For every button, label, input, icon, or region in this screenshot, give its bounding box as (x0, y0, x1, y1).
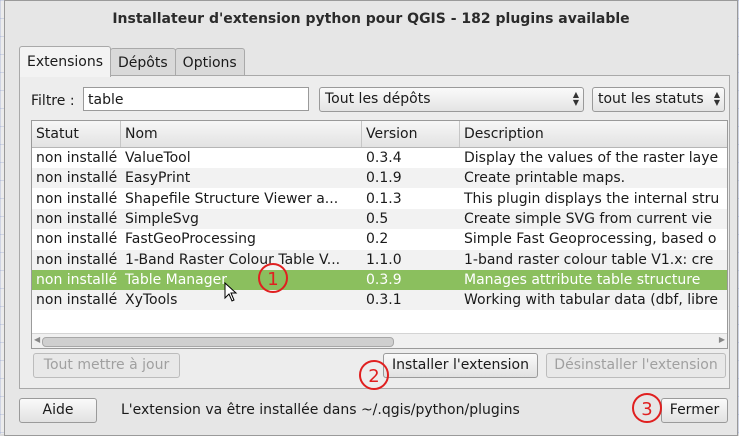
column-header-version[interactable]: Version (362, 121, 460, 147)
annotation-marker-3: 3 (632, 393, 662, 423)
tab-extensions[interactable]: Extensions (19, 46, 112, 77)
table-row[interactable]: non installé Shapefile Structure Viewer a… (32, 189, 727, 209)
extensions-panel: Filtre : table Tout les dépôts ▲ ▼ tout l… (19, 75, 730, 389)
column-header-nom[interactable]: Nom (121, 121, 362, 147)
table-row[interactable]: non installé SimpleSvg 0.5 Create simple SV… (32, 208, 727, 229)
horizontal-scrollbar[interactable]: ◀ ▶ (32, 333, 727, 348)
status-select[interactable]: tout les statuts ▲ ▼ (592, 87, 725, 112)
cell-description: Create simple SVG from current vie (464, 210, 713, 227)
cell-description: Simple Fast Geoprocessing, based o (464, 231, 717, 248)
scroll-right-icon[interactable]: ▶ (719, 335, 725, 344)
filter-label: Filtre : (31, 93, 75, 109)
cell-name: Table Manager (125, 271, 228, 288)
annotation-marker-1: 1 (258, 263, 288, 293)
table-header: Statut Nom Version Description (32, 121, 727, 148)
column-header-statut[interactable]: Statut (32, 121, 121, 147)
cell-version: 0.1.3 (366, 190, 402, 207)
cell-version: 1.1.0 (366, 251, 402, 268)
cell-name: 1-Band Raster Colour Table V... (125, 251, 341, 268)
cell-description: This plugin displays the internal stru (464, 190, 720, 207)
cell-description: Manages attribute table structure (464, 271, 701, 288)
table-row[interactable]: non installé XyTools 0.3.1 Working with tab… (32, 290, 727, 311)
filter-input[interactable]: table (83, 87, 309, 111)
scroll-left-icon[interactable]: ◀ (34, 335, 40, 344)
column-header-description[interactable]: Description (460, 121, 727, 147)
plugins-table[interactable]: Statut Nom Version Description non insta… (31, 120, 728, 349)
cell-status: non installé (36, 210, 118, 227)
cell-status: non installé (36, 271, 118, 288)
cell-version: 0.3.9 (366, 271, 402, 288)
help-button[interactable]: Aide (19, 398, 97, 423)
tab-options[interactable]: Options (174, 48, 245, 77)
cell-status: non installé (36, 231, 118, 248)
cell-description: Working with tabular data (dbf, libre (464, 292, 718, 309)
spin-arrows-icon: ▲ ▼ (572, 90, 579, 107)
scrollbar-thumb[interactable] (42, 337, 394, 347)
cell-description: Display the values of the raster laye (464, 150, 719, 166)
cell-description: Create printable maps. (464, 170, 626, 187)
table-row[interactable]: non installé ValueTool 0.3.4 Display the va… (32, 148, 727, 168)
cell-version: 0.3.4 (366, 150, 402, 166)
status-select-value: tout les statuts (598, 91, 704, 107)
table-row[interactable]: non installé EasyPrint 0.1.9 Create printab… (32, 168, 727, 189)
cell-version: 0.3.1 (366, 292, 402, 309)
table-row[interactable]: non installé Table Manager 0.3.9 Manages at… (32, 269, 727, 290)
cell-version: 0.1.9 (366, 170, 402, 187)
close-button[interactable]: Fermer (661, 398, 728, 423)
status-message: L'extension va être installée dans ~/.qg… (121, 402, 520, 418)
tab-bar: Extensions Dépôts Options (19, 46, 245, 77)
table-row[interactable]: non installé 1-Band Raster Colour Table V… (32, 249, 727, 270)
cell-name: EasyPrint (125, 170, 191, 187)
cell-description: 1-band raster colour table V1.x: cre (464, 251, 714, 268)
cell-name: FastGeoProcessing (125, 231, 256, 248)
annotation-marker-2: 2 (359, 360, 389, 390)
spin-arrows-icon: ▲ ▼ (713, 90, 720, 107)
mouse-cursor-icon (224, 282, 238, 302)
cell-status: non installé (36, 190, 118, 207)
install-button[interactable]: Installer l'extension (383, 353, 538, 378)
repository-select[interactable]: Tout les dépôts ▲ ▼ (319, 87, 584, 112)
table-row[interactable]: non installé FastGeoProcessing 0.2 Simple F… (32, 229, 727, 249)
cell-status: non installé (36, 292, 118, 309)
cell-name: ValueTool (125, 150, 191, 166)
uninstall-button[interactable]: Désinstaller l'extension (546, 353, 726, 378)
repository-select-value: Tout les dépôts (325, 91, 431, 107)
cell-name: SimpleSvg (125, 210, 199, 227)
cell-name: Shapefile Structure Viewer a... (125, 190, 339, 207)
cell-name: XyTools (125, 292, 178, 309)
tab-depots[interactable]: Dépôts (110, 48, 176, 77)
cell-version: 0.5 (366, 210, 389, 227)
cell-status: non installé (36, 170, 118, 187)
cell-version: 0.2 (366, 231, 389, 248)
update-all-button[interactable]: Tout mettre à jour (33, 353, 180, 378)
cell-status: non installé (36, 251, 118, 268)
cell-status: non installé (36, 150, 118, 166)
window-title: Installateur d'extension python pour QGI… (112, 11, 630, 27)
